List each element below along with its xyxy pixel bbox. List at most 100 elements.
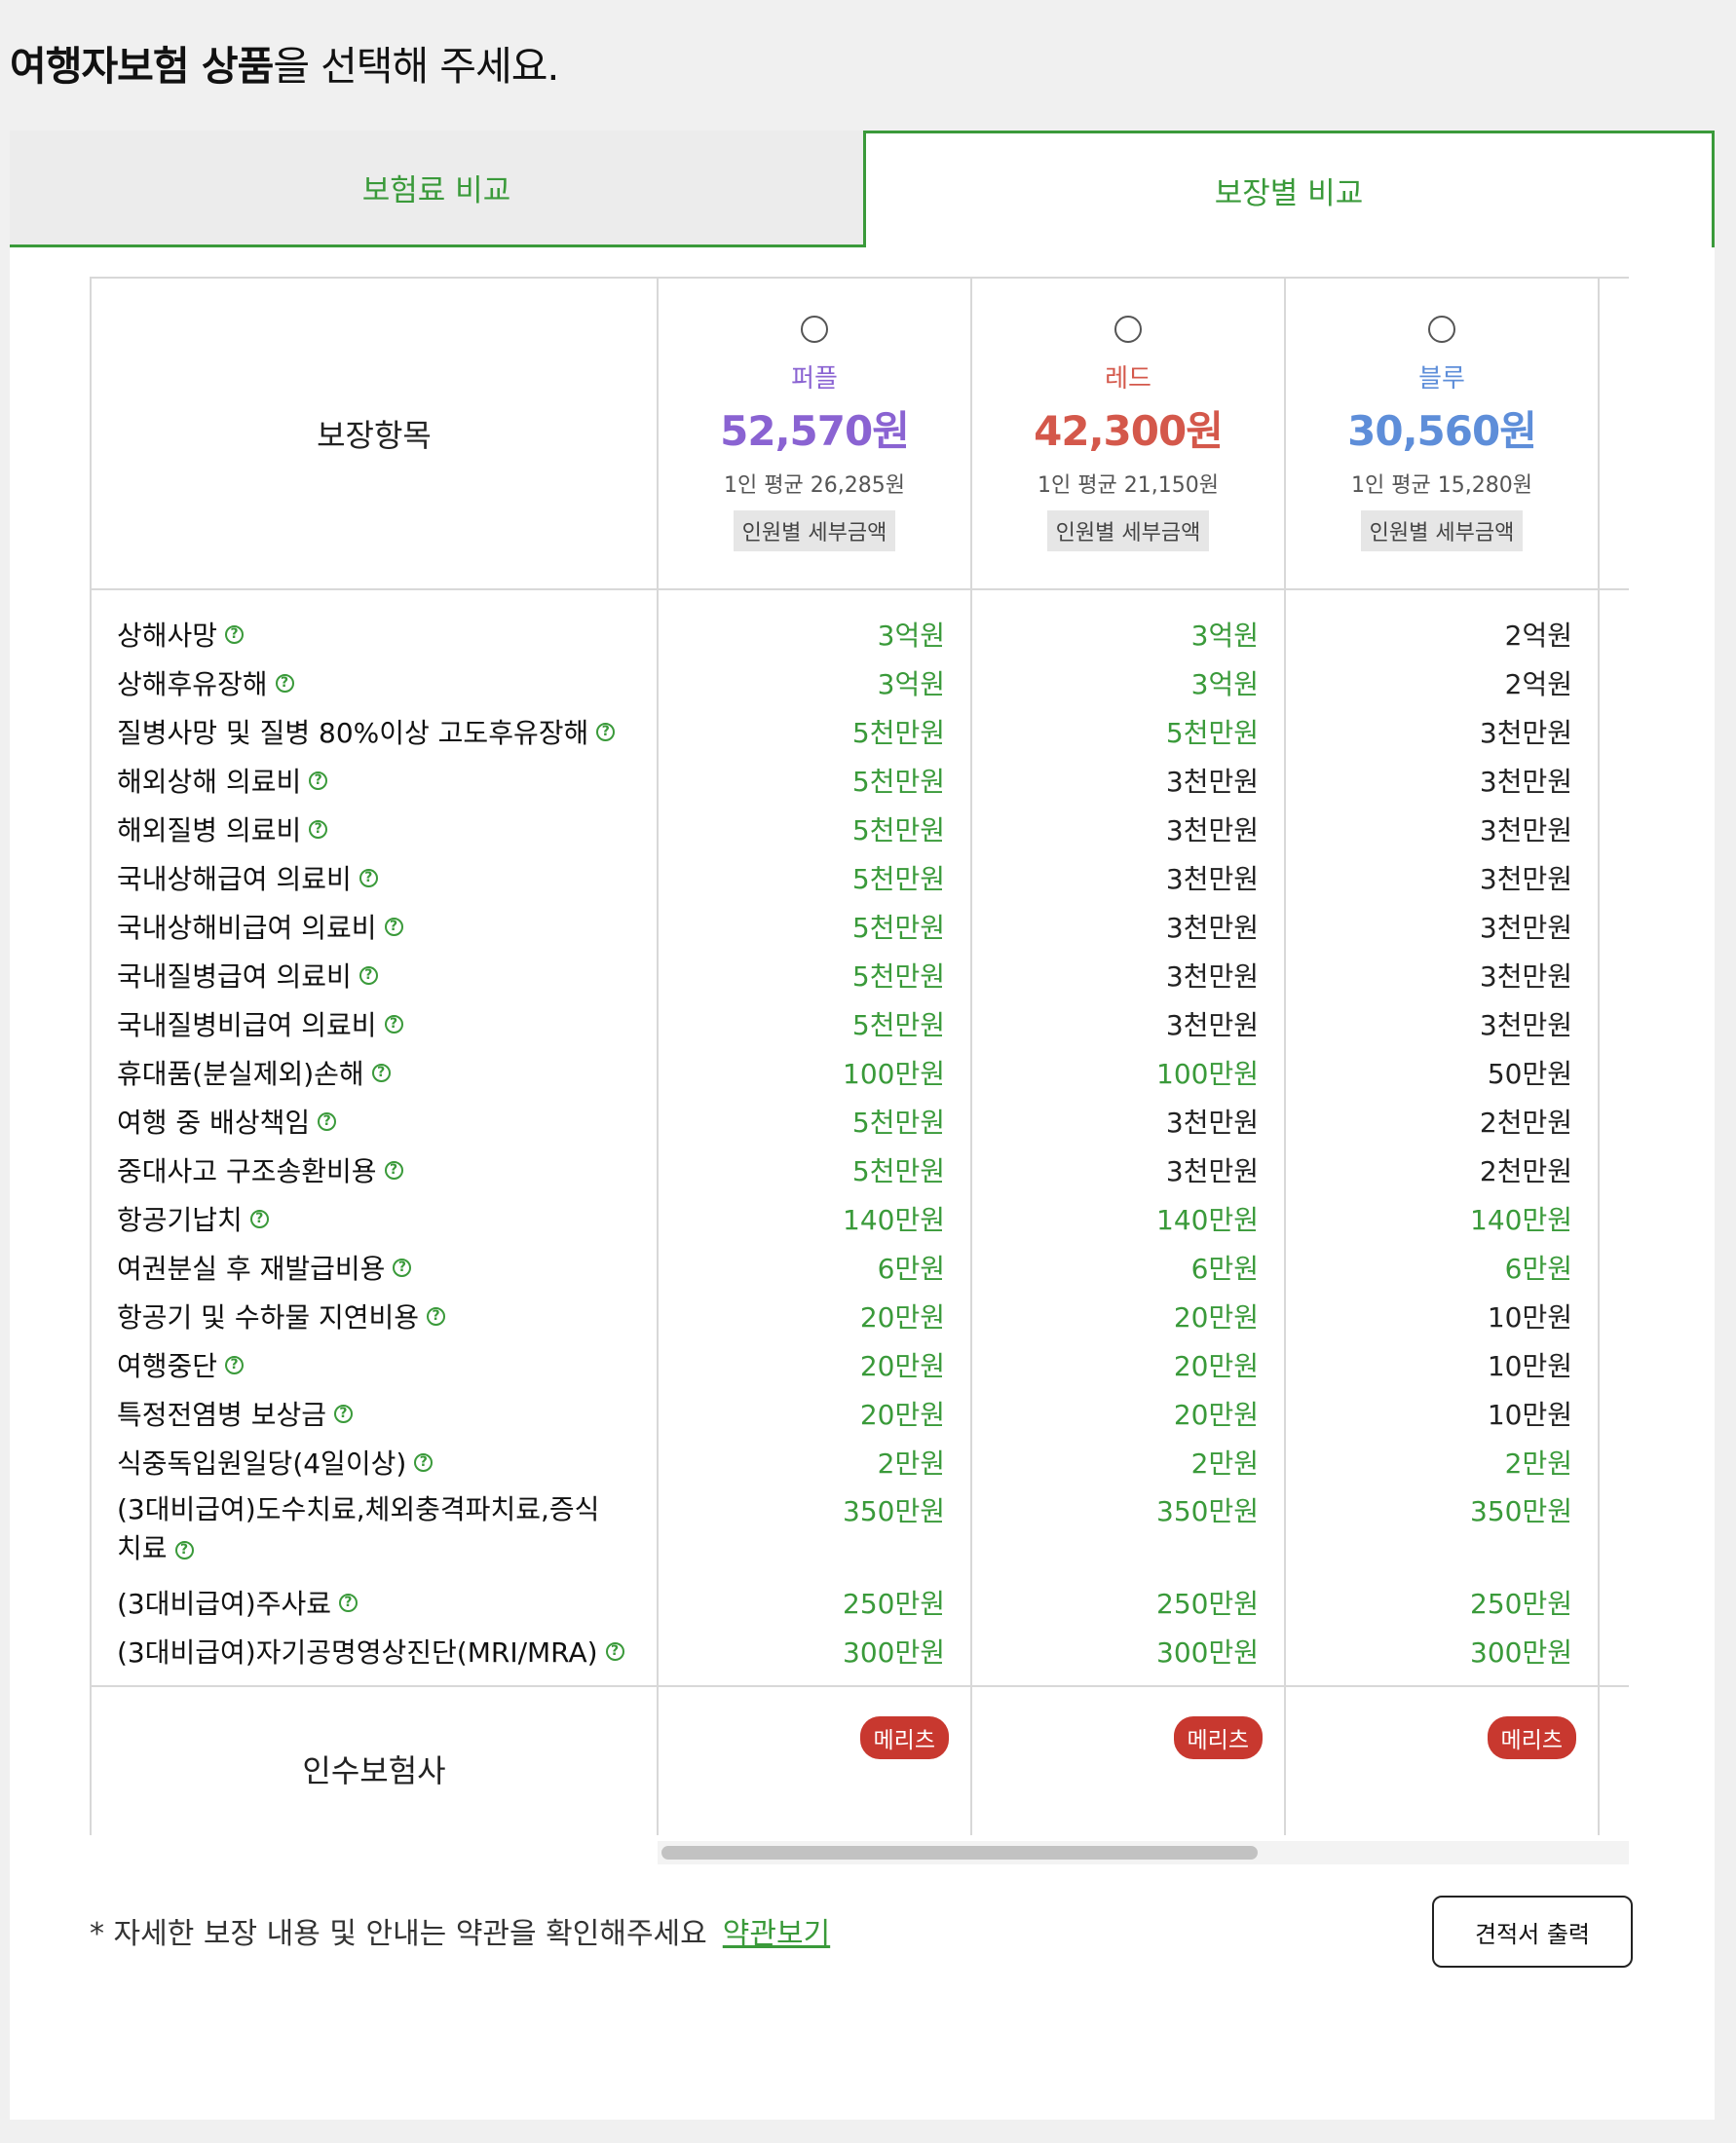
coverage-value: 140만원 [1470,1204,1572,1236]
coverage-value: 2만원 [877,1447,945,1480]
coverage-item-label: 국내질병비급여 의료비 [117,1009,377,1041]
coverage-item-label: (3대비급여)도수치료,체외충격파치료,증식치료? [117,1493,600,1564]
comparison-table: 보장항목 퍼플 52,570원 1인 평균 26,285원 인원별 세부금액 레드 42… [90,277,1629,1835]
comparison-table-scroll[interactable]: 보장항목 퍼플 52,570원 1인 평균 26,285원 인원별 세부금액 레드 42… [90,277,1629,1835]
question-circle-icon[interactable]: ? [225,1355,245,1374]
coverage-item-label: 항공기 및 수하물 지연비용 [117,1301,420,1334]
question-circle-icon[interactable]: ? [384,917,403,936]
tab-premium-compare[interactable]: 보험료 비교 [10,131,863,247]
insurer-label: 인수보험사 [90,1685,659,1835]
coverage-item: 항공기납치? [92,1194,657,1243]
coverage-value: 10만원 [1487,1350,1572,1382]
coverage-value: 5천만원 [851,960,945,993]
coverage-item-label: 해외질병 의료비 [117,814,302,846]
question-circle-icon[interactable]: ? [309,819,328,839]
plan-detail-button[interactable]: 인원별 세부금액 [733,510,896,551]
question-circle-icon[interactable]: ? [414,1452,434,1472]
coverage-item: (3대비급여)도수치료,체외충격파치료,증식치료? [92,1486,657,1578]
question-circle-icon[interactable]: ? [359,868,378,887]
coverage-value: 2만원 [1190,1447,1259,1480]
coverage-value: 3천만원 [1479,766,1572,798]
question-circle-icon[interactable]: ? [596,722,616,741]
coverage-value: 10만원 [1487,1301,1572,1334]
coverage-item: 질병사망 및 질병 80%이상 고도후유장해? [92,707,657,756]
coverage-value: 20만원 [1173,1350,1259,1382]
coverage-item-label: 중대사고 구조송환비용 [117,1155,377,1187]
scrollbar-thumb[interactable] [661,1846,1258,1860]
coverage-item-label: 여행중단 [117,1350,218,1382]
plan-price: 52,570원 [720,407,910,455]
coverage-value: 5천만원 [851,912,945,944]
coverage-item: 여행 중 배상책임? [92,1097,657,1146]
coverage-value: 350만원 [1470,1495,1572,1527]
coverage-header-label: 보장항목 [90,277,659,590]
question-circle-icon[interactable]: ? [384,1014,403,1034]
question-circle-icon[interactable]: ? [427,1306,446,1326]
coverage-item: 여행중단? [92,1340,657,1389]
question-circle-icon[interactable]: ? [338,1593,358,1612]
question-circle-icon[interactable]: ? [359,965,378,985]
plan-name: 레드 [1105,364,1151,394]
question-circle-icon[interactable]: ? [225,624,245,644]
question-circle-icon[interactable]: ? [318,1111,337,1131]
coverage-value: 3천만원 [1479,717,1572,749]
coverage-value: 3천만원 [1479,1009,1572,1041]
insurer-cell-purple: 메리츠 [657,1685,972,1835]
coverage-value: 3천만원 [1165,766,1259,798]
print-quote-button[interactable]: 견적서 출력 [1432,1896,1633,1968]
coverage-value: 3천만원 [1165,912,1259,944]
coverage-item-label: 국내상해급여 의료비 [117,863,352,895]
coverage-value: 20만원 [859,1399,945,1431]
coverage-value: 6만원 [877,1253,945,1285]
plan-radio[interactable] [1114,316,1142,343]
question-circle-icon[interactable]: ? [393,1258,412,1277]
coverage-value: 250만원 [843,1588,945,1620]
coverage-value: 3천만원 [1165,814,1259,846]
plan-values-purple: 3억원 3억원 5천만원 5천만원 5천만원 5천만원 5천만원 5천만원 5천만원 100만원 5… [657,588,972,1687]
coverage-item-label: 질병사망 및 질병 80%이상 고도후유장해 [117,717,589,749]
question-circle-icon[interactable]: ? [309,771,328,790]
coverage-value: 2억원 [1504,620,1572,652]
coverage-item-label: 여행 중 배상책임 [117,1107,311,1139]
coverage-item: (3대비급여)주사료? [92,1578,657,1627]
coverage-value: 350만원 [843,1495,945,1527]
coverage-item: 국내상해급여 의료비? [92,853,657,902]
coverage-value: 6만원 [1504,1253,1572,1285]
tab-coverage-compare[interactable]: 보장별 비교 [863,131,1715,247]
coverage-item: 해외상해 의료비? [92,756,657,805]
question-circle-icon[interactable]: ? [333,1404,353,1423]
plan-values-red: 3억원 3억원 5천만원 3천만원 3천만원 3천만원 3천만원 3천만원 3천만원 100만원 3… [970,588,1286,1687]
coverage-value: 2천만원 [1479,1107,1572,1139]
horizontal-scrollbar[interactable] [658,1841,1629,1864]
plan-detail-button[interactable]: 인원별 세부금액 [1360,510,1524,551]
coverage-value: 5천만원 [851,863,945,895]
coverage-value: 3천만원 [1165,1009,1259,1041]
question-circle-icon[interactable]: ? [605,1641,624,1661]
terms-link[interactable]: 약관보기 [723,1917,830,1951]
coverage-item-label: 상해사망 [117,620,218,652]
plan-radio[interactable] [801,316,828,343]
coverage-item-label: 국내상해비급여 의료비 [117,912,377,944]
coverage-item: 중대사고 구조송환비용? [92,1146,657,1194]
coverage-item-label: 식중독입원일당(4일이상) [117,1447,407,1480]
coverage-item: (3대비급여)자기공명영상진단(MRI/MRA)? [92,1627,657,1675]
plan-header-purple: 퍼플 52,570원 1인 평균 26,285원 인원별 세부금액 [657,277,972,590]
question-circle-icon[interactable]: ? [275,673,294,693]
question-circle-icon[interactable]: ? [384,1160,403,1180]
coverage-item: 상해후유장해? [92,658,657,707]
plan-radio[interactable] [1428,316,1455,343]
plan-name: 블루 [1418,364,1465,394]
question-circle-icon[interactable]: ? [371,1063,391,1082]
coverage-value: 3천만원 [1479,814,1572,846]
coverage-item-label: 여권분실 후 재발급비용 [117,1253,386,1285]
coverage-value: 140만원 [843,1204,945,1236]
coverage-item-label: 해외상해 의료비 [117,766,302,798]
plan-detail-button[interactable]: 인원별 세부금액 [1046,510,1210,551]
question-circle-icon[interactable]: ? [174,1540,194,1560]
coverage-item: 휴대품(분실제외)손해? [92,1048,657,1097]
question-circle-icon[interactable]: ? [249,1209,269,1228]
coverage-value: 3천만원 [1165,1107,1259,1139]
coverage-value: 3천만원 [1165,960,1259,993]
plan-price: 42,300원 [1034,407,1224,455]
coverage-value: 3천만원 [1165,863,1259,895]
